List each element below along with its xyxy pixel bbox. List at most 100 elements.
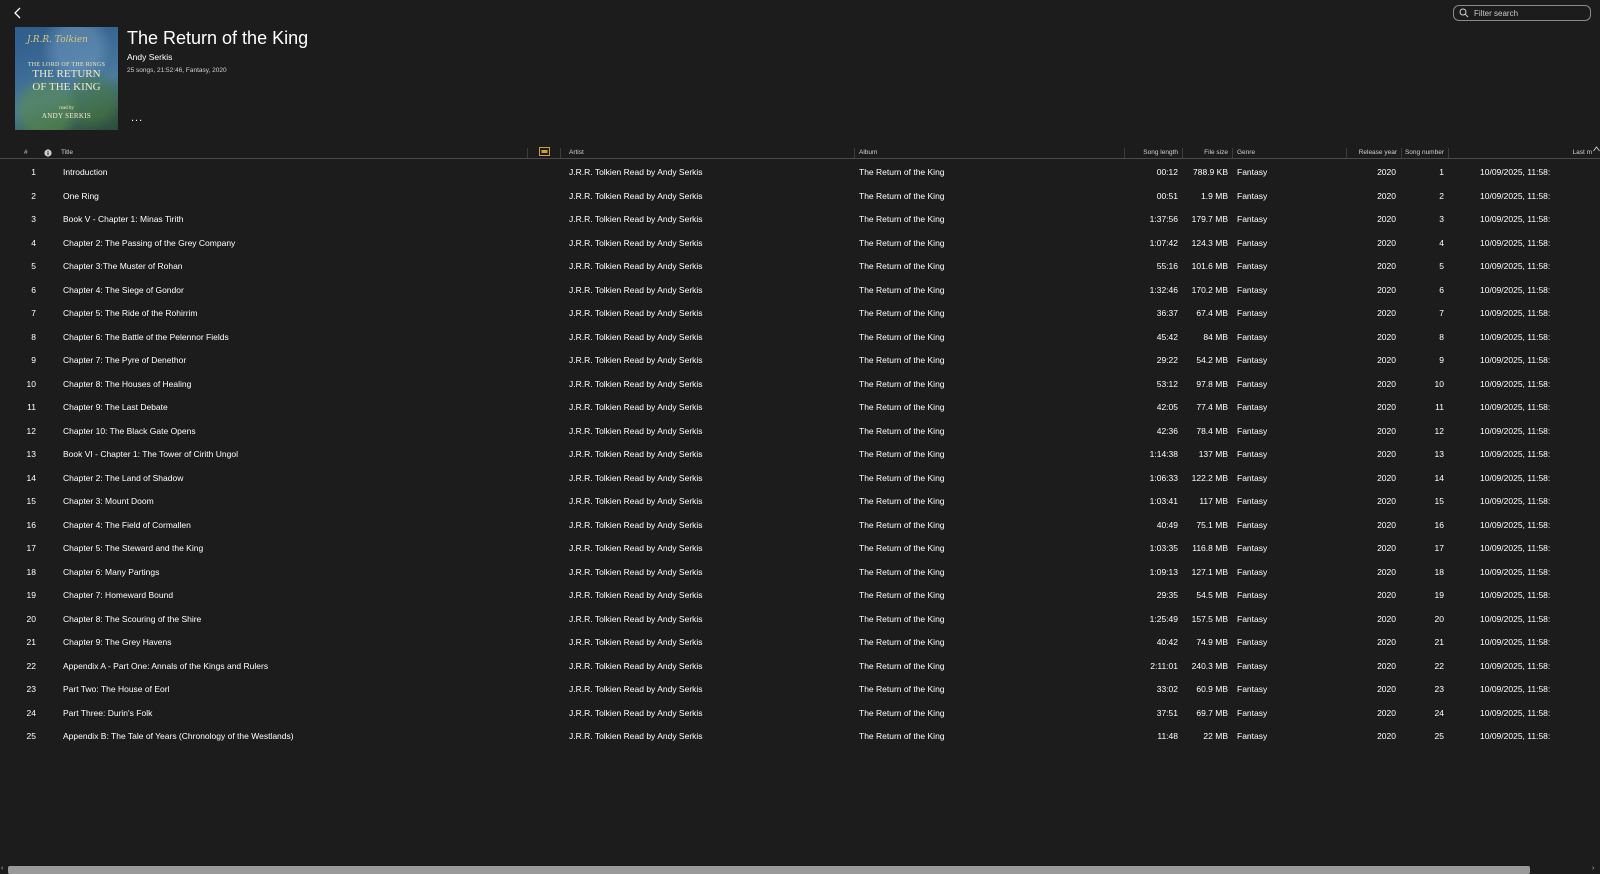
column-header-song-number[interactable]: Song number (1402, 149, 1444, 156)
track-number: 6 (31, 284, 36, 295)
track-song-number: 9 (1439, 355, 1444, 365)
column-header-artist[interactable]: Artist (569, 149, 584, 156)
album-artist[interactable]: Andy Serkis (127, 52, 172, 62)
track-artist: J.R.R. Tolkien Read by Andy Serkis (569, 590, 703, 600)
track-genre: Fantasy (1237, 637, 1268, 647)
table-row[interactable]: 16 Chapter 4: The Field of Cormallen J.R.R… (0, 513, 1600, 537)
table-row[interactable]: 7 Chapter 5: The Ride of the Rohirrim J.R.… (0, 301, 1600, 325)
table-row[interactable]: 22 Appendix A - Part One: Annals of the K… (0, 654, 1600, 678)
more-options-button[interactable]: ... (131, 112, 143, 124)
track-genre: Fantasy (1237, 190, 1268, 201)
track-last-modified: 10/09/2025, 11:58: (1480, 449, 1551, 459)
horizontal-scrollbar[interactable]: ‹ › (0, 865, 1600, 874)
track-number: 19 (26, 590, 36, 600)
table-row[interactable]: 14 Chapter 2: The Land of Shadow J.R.R. To… (0, 466, 1600, 490)
table-row[interactable]: 5 Chapter 3:The Muster of Rohan J.R.R. Tol… (0, 254, 1600, 278)
table-row[interactable]: 23 Part Two: The House of Eorl J.R.R. Tolk… (0, 677, 1600, 701)
track-file-size: 97.8 MB (1196, 378, 1228, 389)
scroll-right-icon[interactable]: › (1592, 865, 1594, 872)
track-release-year: 2020 (1377, 214, 1396, 224)
track-album: The Return of the King (859, 613, 945, 624)
table-row[interactable]: 4 Chapter 2: The Passing of the Grey Comp… (0, 231, 1600, 255)
track-release-year: 2020 (1377, 261, 1396, 271)
track-artist: J.R.R. Tolkien Read by Andy Serkis (569, 519, 703, 530)
track-title: Chapter 5: The Ride of the Rohirrim (63, 308, 198, 318)
track-song-number: 2 (1439, 190, 1444, 201)
table-row[interactable]: 2 One Ring J.R.R. Tolkien Read by Andy Ser… (0, 184, 1600, 208)
column-header-genre[interactable]: Genre (1237, 149, 1255, 156)
filter-search[interactable] (1453, 5, 1591, 21)
table-row[interactable]: 15 Chapter 3: Mount Doom J.R.R. Tolkien Re… (0, 489, 1600, 513)
track-title: Chapter 7: The Pyre of Denethor (63, 355, 187, 365)
column-header-last-modified[interactable]: Last m (1552, 149, 1592, 156)
track-last-modified: 10/09/2025, 11:58: (1480, 261, 1551, 271)
track-length: 1:03:35 (1149, 543, 1178, 553)
track-genre: Fantasy (1237, 472, 1268, 483)
track-length: 45:42 (1156, 331, 1178, 342)
track-title: Book V - Chapter 1: Minas Tirith (63, 214, 184, 224)
track-genre: Fantasy (1237, 167, 1268, 177)
column-header-number[interactable]: # (24, 149, 28, 156)
table-row[interactable]: 10 Chapter 8: The Houses of Healing J.R.R.… (0, 372, 1600, 396)
back-button[interactable] (10, 5, 26, 21)
track-artist: J.R.R. Tolkien Read by Andy Serkis (569, 684, 703, 694)
track-file-size: 179.7 MB (1191, 214, 1228, 224)
track-list: 1 Introduction J.R.R. Tolkien Read by Andy… (0, 160, 1600, 748)
table-row[interactable]: 19 Chapter 7: Homeward Bound J.R.R. Tolkie… (0, 583, 1600, 607)
track-title: One Ring (63, 190, 99, 201)
track-genre: Fantasy (1237, 237, 1268, 248)
track-album: The Return of the King (859, 637, 945, 647)
table-row[interactable]: 21 Chapter 9: The Grey Havens J.R.R. Tolki… (0, 630, 1600, 654)
table-row[interactable]: 1 Introduction J.R.R. Tolkien Read by Andy… (0, 160, 1600, 184)
scrollbar-thumb[interactable] (8, 866, 1530, 874)
track-file-size: 240.3 MB (1191, 660, 1228, 671)
track-song-number: 14 (1434, 472, 1444, 483)
track-last-modified: 10/09/2025, 11:58: (1480, 660, 1551, 671)
table-row[interactable]: 9 Chapter 7: The Pyre of Denethor J.R.R. T… (0, 348, 1600, 372)
track-file-size: 1.9 MB (1201, 190, 1228, 201)
table-row[interactable]: 13 Book VI - Chapter 1: The Tower of Ciri… (0, 442, 1600, 466)
track-number: 10 (26, 378, 36, 389)
table-row[interactable]: 11 Chapter 9: The Last Debate J.R.R. Tolki… (0, 395, 1600, 419)
info-icon[interactable] (44, 149, 52, 157)
table-row[interactable]: 18 Chapter 6: Many Partings J.R.R. Tolkien… (0, 560, 1600, 584)
search-input[interactable] (1474, 8, 1584, 18)
track-genre: Fantasy (1237, 425, 1268, 436)
hr-badge-icon[interactable] (539, 147, 550, 156)
track-genre: Fantasy (1237, 496, 1268, 506)
track-artist: J.R.R. Tolkien Read by Andy Serkis (569, 237, 703, 248)
track-length: 42:05 (1156, 402, 1178, 412)
table-row[interactable]: 12 Chapter 10: The Black Gate Opens J.R.R.… (0, 419, 1600, 443)
track-genre: Fantasy (1237, 590, 1268, 600)
track-number: 5 (31, 261, 36, 271)
column-header-title[interactable]: Title (61, 149, 73, 156)
table-row[interactable]: 8 Chapter 6: The Battle of the Pelennor F… (0, 325, 1600, 349)
track-release-year: 2020 (1377, 308, 1396, 318)
scroll-left-icon[interactable]: ‹ (1, 865, 3, 872)
track-album: The Return of the King (859, 684, 945, 694)
track-song-number: 25 (1434, 731, 1444, 741)
table-row[interactable]: 25 Appendix B: The Tale of Years (Chronol… (0, 724, 1600, 748)
table-row[interactable]: 24 Part Three: Durin's Folk J.R.R. Tolkien… (0, 701, 1600, 725)
track-title: Chapter 4: The Field of Cormallen (63, 519, 191, 530)
track-length: 1:09:13 (1149, 566, 1178, 577)
column-header-release-year[interactable]: Release year (1350, 149, 1397, 156)
table-row[interactable]: 6 Chapter 4: The Siege of Gondor J.R.R. To… (0, 278, 1600, 302)
track-release-year: 2020 (1377, 707, 1396, 718)
track-length: 42:36 (1156, 425, 1178, 436)
column-header-album[interactable]: Album (859, 149, 877, 156)
chevron-left-icon (14, 7, 21, 19)
track-file-size: 170.2 MB (1191, 284, 1228, 295)
cover-read-by: read by (59, 106, 74, 111)
track-artist: J.R.R. Tolkien Read by Andy Serkis (569, 190, 703, 201)
table-row[interactable]: 17 Chapter 5: The Steward and the King J.R… (0, 536, 1600, 560)
table-row[interactable]: 3 Book V - Chapter 1: Minas Tirith J.R.R. … (0, 207, 1600, 231)
track-genre: Fantasy (1237, 402, 1268, 412)
table-row[interactable]: 20 Chapter 8: The Scouring of the Shire J.… (0, 607, 1600, 631)
column-header-song-length[interactable]: Song length (1130, 149, 1178, 156)
track-file-size: 84 MB (1203, 331, 1228, 342)
track-length: 1:32:46 (1149, 284, 1178, 295)
track-release-year: 2020 (1377, 237, 1396, 248)
track-number: 21 (26, 637, 36, 647)
column-header-file-size[interactable]: File size (1188, 149, 1228, 156)
